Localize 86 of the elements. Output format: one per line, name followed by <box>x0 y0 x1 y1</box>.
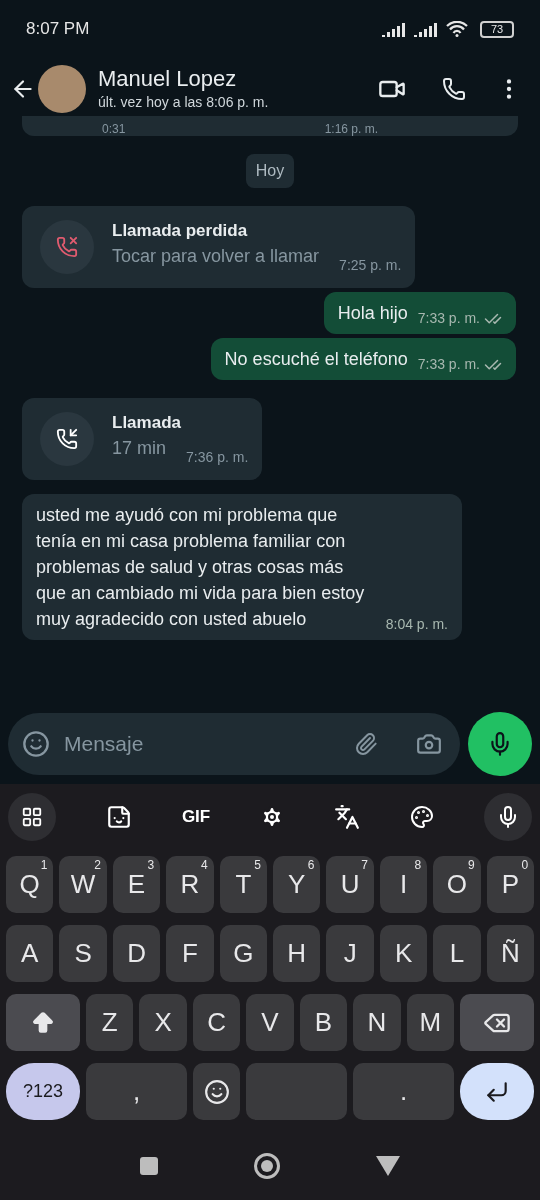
keyboard-key[interactable]: W 2 <box>59 856 107 913</box>
call-bubble[interactable]: Llamada 17 min 7:36 p. m. <box>22 398 263 480</box>
battery-indicator: 73 <box>480 20 514 38</box>
keyboard-key[interactable]: E 3 <box>112 856 161 913</box>
message-time: 7:36 p. m. <box>186 447 249 467</box>
keyboard-key[interactable]: I 8 <box>379 856 428 913</box>
keyboard-key[interactable]: F <box>166 925 214 982</box>
placeholder-text: Mensaje <box>64 731 145 758</box>
keyboard-key[interactable]: B <box>299 994 348 1051</box>
keyboard-key[interactable]: P 0 <box>486 856 535 913</box>
key-hint: 5 <box>254 859 262 871</box>
key-hint: 4 <box>200 859 208 871</box>
keyboard-key[interactable]: L <box>433 925 481 982</box>
keyboard-key[interactable]: O 9 <box>433 856 481 913</box>
back-button[interactable] <box>376 1156 400 1176</box>
message-input[interactable]: Mensaje <box>8 713 460 775</box>
call-detail: Tocar para volver a llamar <box>112 245 320 268</box>
backspace-key[interactable] <box>459 994 534 1051</box>
translate-icon[interactable] <box>334 804 361 830</box>
keyboard-key[interactable]: S <box>59 925 107 982</box>
palette-icon[interactable] <box>410 805 435 829</box>
message-text: usted me ayudó con mi problema que tenía en mi casa problema familiar con problemas de salud y otras cosas más que an cambiado mi vida para bien estoy muy agradecido con usted abuelo <box>36 504 366 631</box>
key-hint: 6 <box>307 859 315 871</box>
emoji-icon[interactable] <box>22 730 50 758</box>
message-time: 8:04 p. m. <box>385 615 448 634</box>
status-time: 8:07 PM <box>26 18 90 41</box>
emoji-icon <box>203 1078 230 1105</box>
message-time: 7:33 p. m. <box>417 355 480 374</box>
keyboard-key[interactable]: K <box>379 925 428 982</box>
date-chip: Hoy <box>245 154 295 188</box>
emoji-key[interactable] <box>193 1063 240 1120</box>
key-hint: 3 <box>147 859 155 871</box>
keyboard-key[interactable]: G <box>219 925 268 982</box>
wifi-icon <box>446 21 468 37</box>
key-hint: 1 <box>40 859 48 871</box>
keyboard-key[interactable]: , <box>86 1063 187 1120</box>
message-time: 7:25 p. m. <box>339 255 402 275</box>
sticker-icon[interactable] <box>105 804 132 830</box>
keyboard-key[interactable]: U 7 <box>326 856 374 913</box>
call-duration: 0:31 <box>102 123 126 135</box>
attach-icon[interactable] <box>354 732 378 756</box>
key-hint: 2 <box>94 859 101 871</box>
keyboard-key[interactable]: V <box>246 994 294 1051</box>
message-text: No escuché el teléfono <box>224 348 408 371</box>
keyboard-key[interactable]: Y 6 <box>273 856 321 913</box>
enter-key[interactable] <box>460 1063 534 1120</box>
gif-button[interactable]: GIF <box>181 804 211 830</box>
keyboard-key[interactable]: T 5 <box>219 856 268 913</box>
shift-key[interactable] <box>6 994 80 1051</box>
keyboard-key[interactable]: D <box>112 925 161 982</box>
key-hint: 7 <box>361 859 368 871</box>
apps-button[interactable] <box>8 793 56 841</box>
keyboard-key[interactable]: J <box>326 925 374 982</box>
key-hint: 9 <box>467 859 475 871</box>
keyboard-key[interactable]: C <box>192 994 241 1051</box>
message-text: Hola hijo <box>337 302 408 325</box>
keyboard-key[interactable]: Z <box>86 994 134 1051</box>
avatar[interactable] <box>38 65 86 113</box>
keyboard-key[interactable]: X <box>139 994 187 1051</box>
keyboard-key[interactable]: N <box>353 994 401 1051</box>
grid-icon <box>21 806 43 828</box>
keyboard-key[interactable]: R 4 <box>166 856 214 913</box>
shift-icon <box>30 1009 56 1036</box>
call-title: Llamada perdida <box>112 220 249 242</box>
signal-icon <box>414 21 438 37</box>
symbols-key[interactable]: ?123 <box>6 1063 80 1120</box>
keyboard-key[interactable]: Q 1 <box>6 856 54 913</box>
keyboard-key[interactable]: H <box>273 925 321 982</box>
last-seen: últ. vez hoy a las 8:06 p. m. <box>98 93 270 113</box>
call-title: Llamada <box>112 412 182 434</box>
contact-name: Manuel Lopez <box>98 64 238 93</box>
keyboard-key[interactable]: Ñ <box>486 925 535 982</box>
voice-input-button[interactable] <box>483 793 532 841</box>
home-button[interactable] <box>254 1153 280 1179</box>
message-time: 7:33 p. m. <box>417 309 480 328</box>
signal-icon <box>382 21 406 37</box>
key-hint: 8 <box>414 859 422 871</box>
key-hint: 0 <box>521 859 529 871</box>
keyboard-key[interactable]: M <box>406 994 454 1051</box>
call-detail: 17 min <box>112 437 167 460</box>
call-bubble[interactable]: Llamada perdida Tocar para volver a llamar 7:25 p. m. <box>22 206 416 288</box>
phone-icon[interactable] <box>442 77 466 101</box>
message-time: 1:16 p. m. <box>324 123 378 135</box>
camera-icon[interactable] <box>416 731 442 757</box>
keyboard-key[interactable]: . <box>353 1063 454 1120</box>
keyboard-key[interactable]: A <box>6 925 54 982</box>
